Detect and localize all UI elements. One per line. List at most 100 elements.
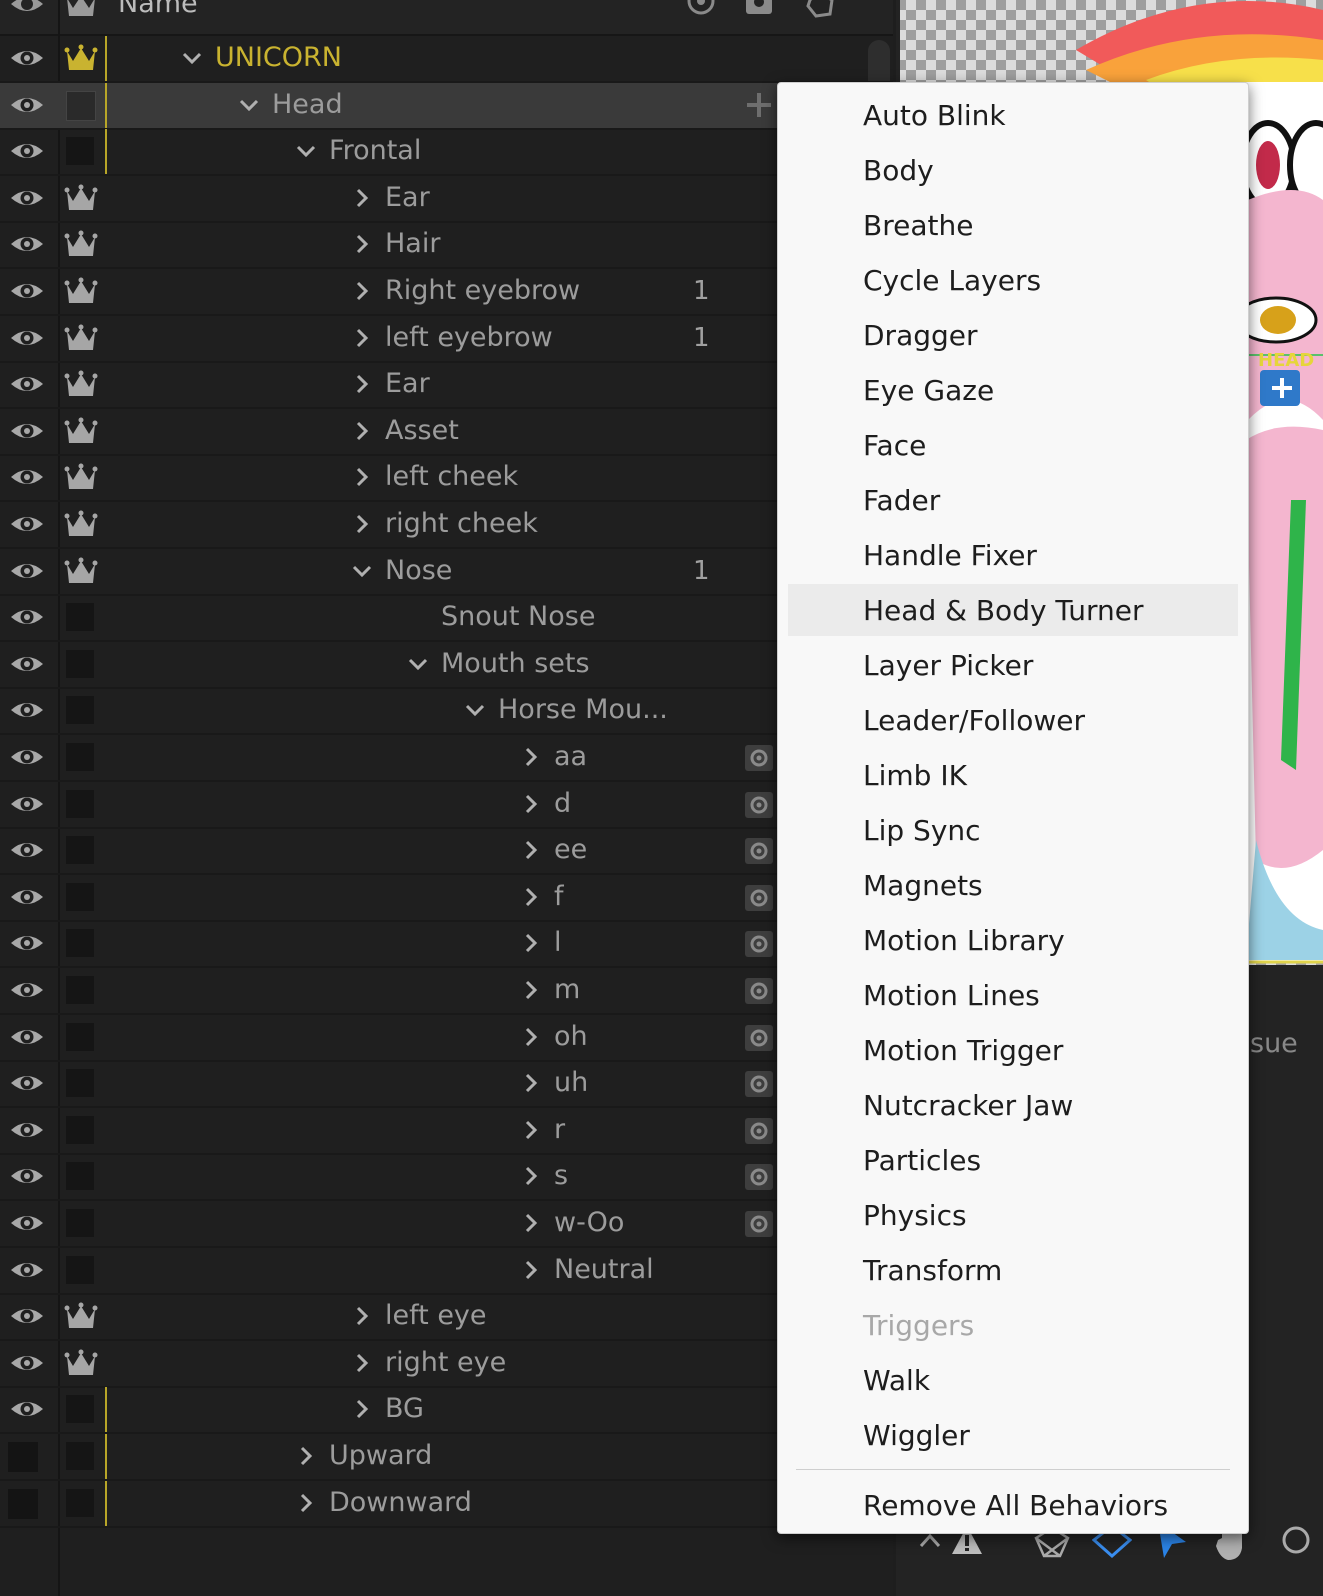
layer-name-m[interactable]: m xyxy=(554,974,580,1006)
chevron-right-icon[interactable] xyxy=(519,1071,543,1095)
independent-crown-icon[interactable] xyxy=(64,44,98,74)
menu-item-layer-picker[interactable]: Layer Picker xyxy=(778,639,1248,691)
menu-item-head-body-turner[interactable]: Head & Body Turner xyxy=(788,584,1238,636)
independent-toggle[interactable] xyxy=(66,836,96,866)
target-icon[interactable] xyxy=(686,0,716,16)
visibility-eye-icon[interactable] xyxy=(9,93,45,117)
layer-name-nose[interactable]: Nose xyxy=(385,555,452,587)
independent-toggle[interactable] xyxy=(66,1488,96,1519)
menu-item-limb-ik[interactable]: Limb IK xyxy=(778,749,1248,801)
layer-name-neutral[interactable]: Neutral xyxy=(554,1254,654,1286)
layer-row[interactable]: s xyxy=(0,1154,893,1202)
layer-name-head[interactable]: Head xyxy=(272,89,343,121)
visibility-toggle[interactable] xyxy=(8,1488,38,1519)
layer-row[interactable]: Hair xyxy=(0,222,893,270)
independent-toggle[interactable] xyxy=(66,1255,96,1286)
layer-name-frontal[interactable]: Frontal xyxy=(329,135,421,167)
visibility-eye-icon[interactable] xyxy=(9,931,45,955)
independent-crown-icon[interactable] xyxy=(64,463,98,493)
independent-toggle[interactable] xyxy=(66,1162,96,1192)
menu-item-transform[interactable]: Transform xyxy=(778,1244,1248,1296)
cycle-gear-icon[interactable] xyxy=(744,1022,774,1052)
chevron-right-icon[interactable] xyxy=(350,419,374,443)
cycle-gear-icon[interactable] xyxy=(744,928,774,958)
layer-row[interactable]: w-Oo xyxy=(0,1201,893,1248)
independent-crown-icon[interactable] xyxy=(64,417,98,447)
chevron-right-icon[interactable] xyxy=(350,372,374,396)
layer-row[interactable]: aa xyxy=(0,735,893,782)
menu-item-physics[interactable]: Physics xyxy=(778,1189,1248,1241)
layer-row[interactable]: Mouth sets xyxy=(0,642,893,689)
chevron-down-icon[interactable] xyxy=(350,559,374,583)
layer-row[interactable]: oh xyxy=(0,1015,893,1062)
independent-crown-icon[interactable] xyxy=(64,1349,98,1379)
layer-row[interactable]: left eye xyxy=(0,1294,893,1342)
visibility-eye-icon[interactable] xyxy=(9,326,45,350)
chevron-down-icon[interactable] xyxy=(294,139,318,163)
independent-crown-icon[interactable] xyxy=(64,510,98,540)
independent-toggle[interactable] xyxy=(66,90,96,121)
chevron-down-icon[interactable] xyxy=(180,46,204,70)
layer-row[interactable]: Nose 1 xyxy=(0,549,893,596)
visibility-eye-icon[interactable] xyxy=(9,279,45,303)
cycle-gear-icon[interactable] xyxy=(744,1208,774,1238)
chevron-right-icon[interactable] xyxy=(519,1025,543,1049)
cycle-gear-icon[interactable] xyxy=(744,975,774,1005)
layer-row[interactable]: BG xyxy=(0,1387,893,1435)
chevron-right-icon[interactable] xyxy=(350,1351,374,1375)
layer-name-d[interactable]: d xyxy=(554,788,571,820)
layer-name-mouth-sets[interactable]: Mouth sets xyxy=(441,648,590,680)
layer-name-left-eye[interactable]: left eye xyxy=(385,1300,487,1332)
visibility-eye-icon[interactable] xyxy=(9,652,45,676)
menu-item-motion-trigger[interactable]: Motion Trigger xyxy=(778,1024,1248,1076)
layer-row[interactable]: l xyxy=(0,921,893,969)
layer-row[interactable]: Ear xyxy=(0,362,893,410)
layer-row[interactable]: UNICORN xyxy=(0,36,893,83)
chevron-right-icon[interactable] xyxy=(519,978,543,1002)
layer-row[interactable]: Asset xyxy=(0,409,893,456)
layer-name-downward[interactable]: Downward xyxy=(329,1487,472,1519)
menu-item-magnets[interactable]: Magnets xyxy=(778,859,1248,911)
independent-crown-icon[interactable] xyxy=(64,277,98,307)
menu-item-fader[interactable]: Fader xyxy=(778,474,1248,526)
cycle-gear-icon[interactable] xyxy=(744,742,774,772)
layer-row[interactable]: Frontal xyxy=(0,129,893,177)
behavior-gear-icon[interactable] xyxy=(744,0,774,16)
independent-toggle[interactable] xyxy=(66,1022,96,1053)
independent-toggle[interactable] xyxy=(66,649,96,680)
layer-name-uh[interactable]: uh xyxy=(554,1067,588,1099)
independent-crown-icon[interactable] xyxy=(64,184,98,214)
layer-row[interactable]: left eyebrow 1 xyxy=(0,316,893,363)
visibility-eye-icon[interactable] xyxy=(9,838,45,862)
cycle-gear-icon[interactable] xyxy=(744,1068,774,1098)
layer-row[interactable]: right cheek xyxy=(0,502,893,549)
independent-crown-icon[interactable] xyxy=(64,370,98,400)
visibility-eye-icon[interactable] xyxy=(9,885,45,909)
chevron-right-icon[interactable] xyxy=(519,931,543,955)
chevron-right-icon[interactable] xyxy=(350,232,374,256)
layer-row[interactable]: f xyxy=(0,875,893,922)
menu-item-dragger[interactable]: Dragger xyxy=(778,309,1248,361)
layer-row[interactable]: r xyxy=(0,1108,893,1155)
menu-item-cycle-layers[interactable]: Cycle Layers xyxy=(778,254,1248,306)
layer-row[interactable]: Ear xyxy=(0,176,893,223)
chevron-right-icon[interactable] xyxy=(350,1397,374,1421)
layer-name-right-eyebrow[interactable]: Right eyebrow xyxy=(385,275,580,307)
menu-item-breathe[interactable]: Breathe xyxy=(778,199,1248,251)
chevron-right-icon[interactable] xyxy=(519,792,543,816)
visibility-eye-icon[interactable] xyxy=(9,1258,45,1282)
layer-name-s[interactable]: s xyxy=(554,1160,568,1192)
visibility-eye-icon[interactable] xyxy=(9,1025,45,1049)
visibility-eye-icon[interactable] xyxy=(9,1211,45,1235)
zoom-icon[interactable] xyxy=(1278,1524,1318,1558)
layer-row[interactable]: right eye xyxy=(0,1341,893,1388)
chevron-right-icon[interactable] xyxy=(519,1164,543,1188)
visibility-eye-icon[interactable] xyxy=(9,1118,45,1142)
chevron-right-icon[interactable] xyxy=(519,885,543,909)
independent-crown-icon[interactable] xyxy=(64,324,98,354)
layer-name-snout-nose[interactable]: Snout Nose xyxy=(441,601,595,633)
menu-item-walk[interactable]: Walk xyxy=(778,1354,1248,1406)
layer-name-horse-mou[interactable]: Horse Mou... xyxy=(498,694,668,726)
independent-toggle[interactable] xyxy=(66,1115,96,1146)
independent-toggle[interactable] xyxy=(66,137,96,167)
